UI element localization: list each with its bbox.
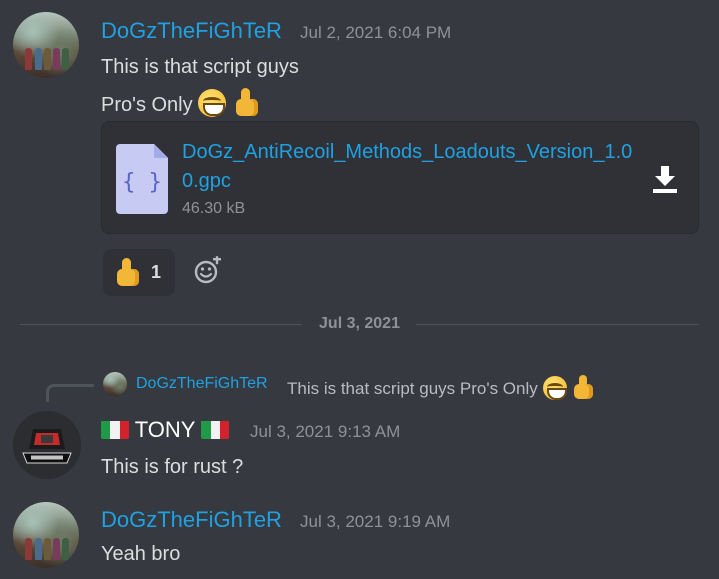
thumbs-up-emoji-icon <box>113 257 141 288</box>
message-line-text: Pro's Only <box>101 94 193 116</box>
thumbs-up-emoji-icon <box>571 375 595 401</box>
timestamp: Jul 2, 2021 6:04 PM <box>300 23 452 42</box>
italy-flag-icon <box>101 420 129 439</box>
message-line: Yeah bro <box>101 543 181 565</box>
reply-spine <box>46 384 94 402</box>
code-file-icon: { } <box>116 144 168 214</box>
username[interactable]: TONY <box>101 417 230 443</box>
message-line: This is that script guys <box>101 56 299 78</box>
message-line: Pro's Only <box>101 88 260 118</box>
timestamp: Jul 3, 2021 9:19 AM <box>300 512 451 531</box>
grinning-emoji-icon <box>542 376 567 400</box>
username-text: TONY <box>134 417 196 442</box>
reply-preview-text: This is that script guys Pro's Only <box>287 379 538 398</box>
avatar[interactable] <box>13 411 81 479</box>
chat-window: DoGzTheFiGhTeR Jul 2, 2021 6:04 PM This … <box>0 0 719 579</box>
grinning-emoji-icon <box>198 89 227 117</box>
attachment-filename-link[interactable]: DoGz_AntiRecoil_Methods_Loadouts_Version… <box>182 138 642 196</box>
reply-avatar[interactable] <box>103 372 127 396</box>
thumbs-up-emoji-icon <box>232 88 260 118</box>
attachment-size: 46.30 kB <box>182 200 246 217</box>
reaction-thumbs-up[interactable]: 1 <box>103 249 175 296</box>
avatar[interactable] <box>13 502 79 568</box>
download-icon[interactable] <box>652 164 678 194</box>
reply-preview[interactable]: This is that script guys Pro's Only <box>287 375 595 401</box>
reply-username[interactable]: DoGzTheFiGhTeR <box>136 375 268 393</box>
revenge-logo-icon <box>13 411 81 479</box>
file-attachment: { } DoGz_AntiRecoil_Methods_Loadouts_Ver… <box>101 121 699 234</box>
add-reaction-icon[interactable] <box>193 256 223 286</box>
username[interactable]: DoGzTheFiGhTeR <box>101 18 282 44</box>
message-line: This is for rust ? <box>101 456 244 478</box>
timestamp: Jul 3, 2021 9:13 AM <box>250 422 401 441</box>
username[interactable]: DoGzTheFiGhTeR <box>101 507 282 533</box>
avatar[interactable] <box>13 12 79 78</box>
italy-flag-icon <box>201 420 230 439</box>
divider-line-right <box>416 324 699 325</box>
reaction-count: 1 <box>151 262 162 282</box>
